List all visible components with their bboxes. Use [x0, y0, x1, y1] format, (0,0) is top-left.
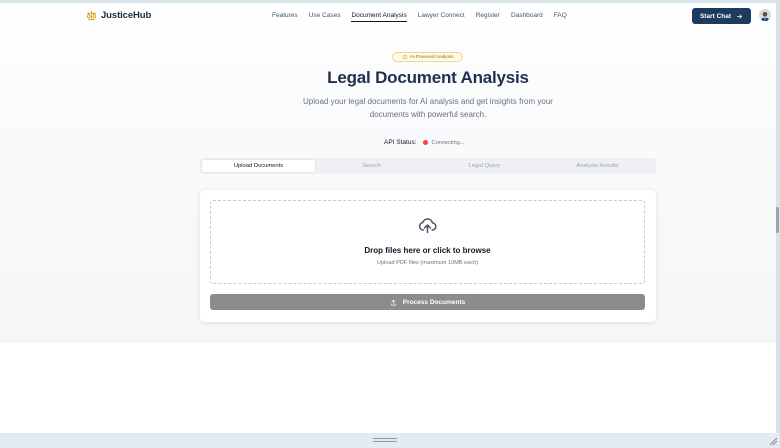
- nav-links: Features Use Cases Document Analysis Law…: [272, 12, 567, 22]
- avatar[interactable]: [759, 9, 771, 21]
- cloud-upload-icon: [418, 218, 437, 234]
- top-navbar: JusticeHub Features Use Cases Document A…: [0, 3, 776, 31]
- nav-link-register[interactable]: Register: [476, 12, 500, 22]
- logo[interactable]: JusticeHub: [86, 10, 151, 21]
- logo-text: JusticeHub: [101, 10, 152, 21]
- tab-bar: Upload Documents Search Legal Query Anal…: [200, 158, 656, 174]
- ai-badge: AI-Powered Analysis: [392, 52, 463, 62]
- page-subtitle: Upload your legal documents for AI analy…: [303, 97, 553, 119]
- api-status-value: Connecting...: [431, 139, 465, 146]
- upload-icon: [390, 299, 396, 305]
- file-dropzone[interactable]: Drop files here or click to browse Uploa…: [210, 200, 645, 284]
- dropzone-title: Drop files here or click to browse: [364, 246, 491, 255]
- tab-search[interactable]: Search: [315, 160, 428, 172]
- bottom-drag-bar: [0, 433, 780, 448]
- dropzone-hint: Upload PDF files (maximum 10MB each): [376, 260, 479, 266]
- upload-card: Drop files here or click to browse Uploa…: [200, 190, 656, 322]
- arrow-right-icon: [737, 13, 742, 19]
- nav-link-use-cases[interactable]: Use Cases: [309, 12, 341, 22]
- nav-link-dashboard[interactable]: Dashboard: [511, 12, 543, 22]
- scales-icon: [86, 10, 97, 21]
- api-status: API Status: Connecting...: [384, 139, 465, 146]
- side-resize-handle[interactable]: [776, 207, 779, 233]
- page-title: Legal Document Analysis: [327, 68, 529, 87]
- status-dot: [422, 140, 428, 145]
- nav-link-features[interactable]: Features: [272, 12, 298, 22]
- sparkle-icon: [401, 54, 408, 60]
- badge-label: AI-Powered Analysis: [409, 54, 454, 60]
- bottom-drag-handle[interactable]: [373, 438, 397, 444]
- nav-link-lawyer-connect[interactable]: Lawyer Connect: [418, 12, 465, 22]
- start-chat-label: Start Chat: [699, 12, 732, 20]
- nav-link-faq[interactable]: FAQ: [554, 12, 567, 22]
- tab-legal-query[interactable]: Legal Query: [428, 160, 541, 172]
- resize-corner-icon[interactable]: [768, 436, 778, 446]
- process-documents-label: Process Documents: [402, 298, 466, 306]
- process-documents-button[interactable]: Process Documents: [210, 294, 645, 310]
- tab-upload-documents[interactable]: Upload Documents: [202, 160, 315, 172]
- user-avatar-icon: [759, 10, 771, 21]
- api-status-label: API Status:: [384, 139, 417, 146]
- nav-link-document-analysis[interactable]: Document Analysis: [351, 12, 407, 22]
- tab-analysis-results[interactable]: Analysis Results: [541, 160, 654, 172]
- start-chat-button[interactable]: Start Chat: [692, 8, 751, 24]
